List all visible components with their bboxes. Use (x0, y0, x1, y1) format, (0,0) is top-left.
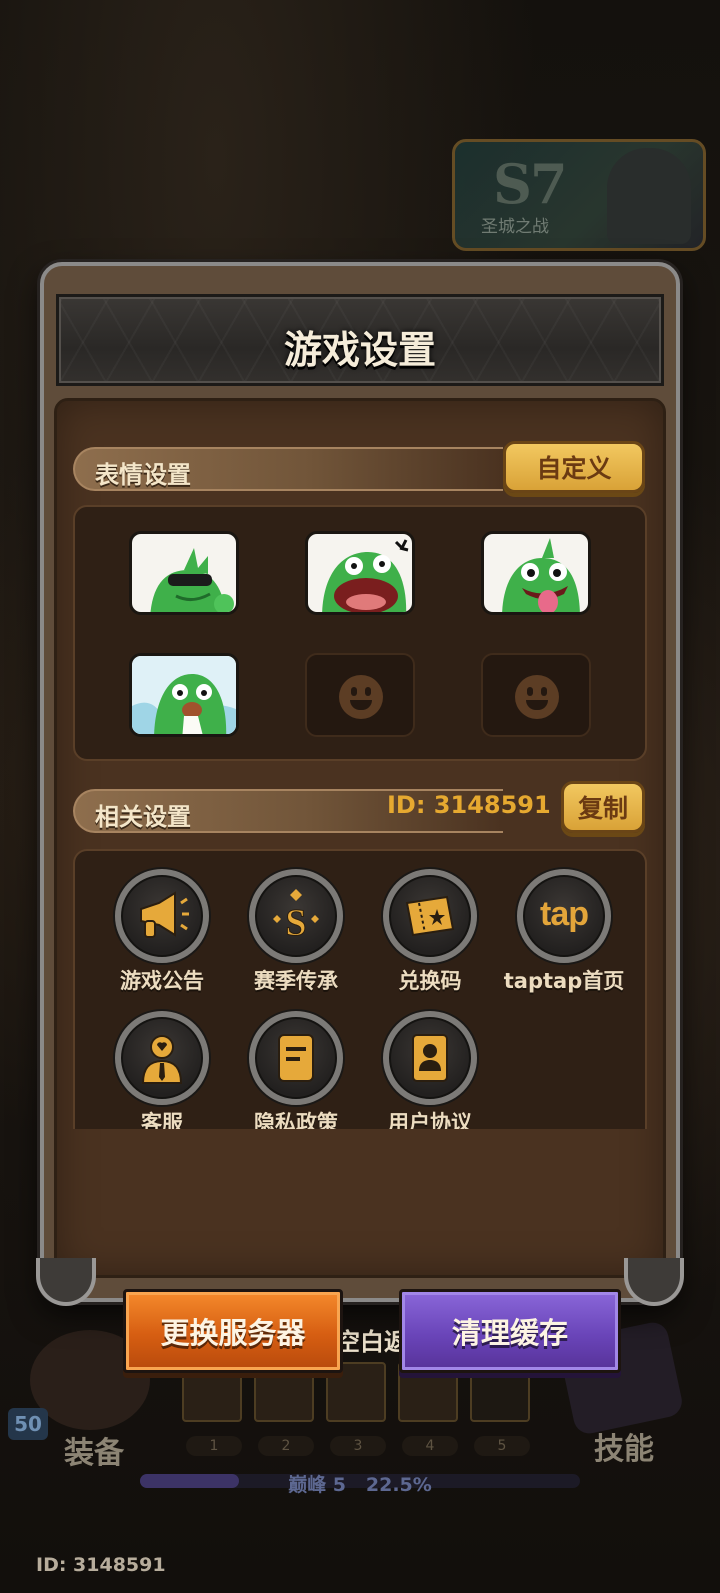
season-subtitle: 圣城之战 (481, 217, 549, 237)
season-character-portrait (607, 148, 691, 244)
slot-number: 1 (186, 1436, 242, 1456)
game-settings-dialog: 游戏设置 表情设置 自定义 相关设置 ID: 3148591 复制 游戏公告 S… (36, 262, 684, 1373)
redeem-code-label: 兑换码 (398, 969, 462, 993)
privacy-policy-button (249, 1011, 343, 1105)
redeem-code-button (383, 869, 477, 963)
announcement-item[interactable]: 游戏公告 (97, 869, 227, 995)
slot-number: 3 (330, 1436, 386, 1456)
user-id-label: ID: 3148591 (387, 791, 551, 819)
custom-emote-button[interactable]: 自定义 (503, 441, 645, 493)
season-inheritance-button: S (249, 869, 343, 963)
dialog-title: 游戏设置 (283, 328, 436, 372)
season-number: S7 (493, 152, 568, 216)
slot-number: 5 (474, 1436, 530, 1456)
smiley-placeholder-icon (515, 675, 559, 719)
frog-sunglasses-emote-icon[interactable] (129, 531, 239, 615)
ticket-icon (405, 895, 455, 937)
customer-service-button (115, 1011, 209, 1105)
document-icon (278, 1034, 314, 1082)
dialog-content: 表情设置 自定义 相关设置 ID: 3148591 复制 游戏公告 S 赛季传承… (54, 398, 666, 1373)
announcement-button (115, 869, 209, 963)
customer-service-item[interactable]: 客服 (97, 1011, 227, 1129)
announcement-label: 游戏公告 (120, 969, 204, 993)
copy-id-button[interactable]: 复制 (561, 781, 645, 833)
megaphone-icon (140, 891, 189, 938)
related-settings-title: 相关设置 (95, 803, 191, 831)
frog-crying-emote-icon[interactable] (129, 653, 239, 737)
user-agreement-label: 用户协议 (388, 1111, 472, 1129)
redeem-code-item[interactable]: 兑换码 (365, 869, 495, 995)
user-agreement-button (383, 1011, 477, 1105)
svg-text:S: S (285, 902, 306, 943)
peak-rank: 巅峰 5 (288, 1474, 347, 1496)
level-badge: 50 (8, 1408, 48, 1440)
emote-grid (73, 505, 647, 761)
season-inheritance-item[interactable]: S 赛季传承 (231, 869, 361, 995)
peak-percent: 22.5% (365, 1474, 432, 1496)
season-s-icon: S (273, 889, 319, 943)
empty-emote-slot[interactable] (481, 653, 591, 737)
related-settings-grid: 游戏公告 S 赛季传承 兑换码 tap taptap首页 客服 隐私政策 用户协… (73, 849, 647, 1129)
emote-settings-title: 表情设置 (95, 461, 191, 489)
user-card-icon (412, 1034, 448, 1082)
emote-settings-header: 表情设置 (73, 447, 503, 491)
season-inheritance-label: 赛季传承 (254, 969, 338, 993)
slot-number: 4 (402, 1436, 458, 1456)
privacy-policy-item[interactable]: 隐私政策 (231, 1011, 361, 1129)
taptap-homepage-item[interactable]: tap taptap首页 (499, 869, 629, 995)
smiley-placeholder-icon (339, 675, 383, 719)
season-badge: S7 圣城之战 (452, 139, 706, 251)
empty-emote-slot[interactable] (305, 653, 415, 737)
player-id-footer: ID: 3148591 (36, 1554, 166, 1576)
taptap-homepage-button: tap (517, 869, 611, 963)
frog-shouting-emote-icon[interactable] (305, 531, 415, 615)
privacy-policy-label: 隐私政策 (254, 1111, 338, 1129)
taptap-homepage-label: taptap首页 (503, 969, 625, 993)
slot-number: 2 (258, 1436, 314, 1456)
change-server-button[interactable]: 更换服务器 (123, 1289, 343, 1373)
peak-progress-text: 巅峰 5 22.5% (0, 1470, 720, 1497)
taptap-logo-icon: tap (540, 895, 589, 933)
customer-service-icon (141, 1035, 183, 1084)
customer-service-label: 客服 (141, 1111, 183, 1129)
user-agreement-item[interactable]: 用户协议 (365, 1011, 495, 1129)
skills-label: 技能 (594, 1432, 654, 1467)
clear-cache-button[interactable]: 清理缓存 (399, 1289, 621, 1373)
dialog-title-bar: 游戏设置 (56, 294, 664, 386)
frog-tongue-emote-icon[interactable] (481, 531, 591, 615)
equipment-label: 装备 (64, 1436, 124, 1471)
